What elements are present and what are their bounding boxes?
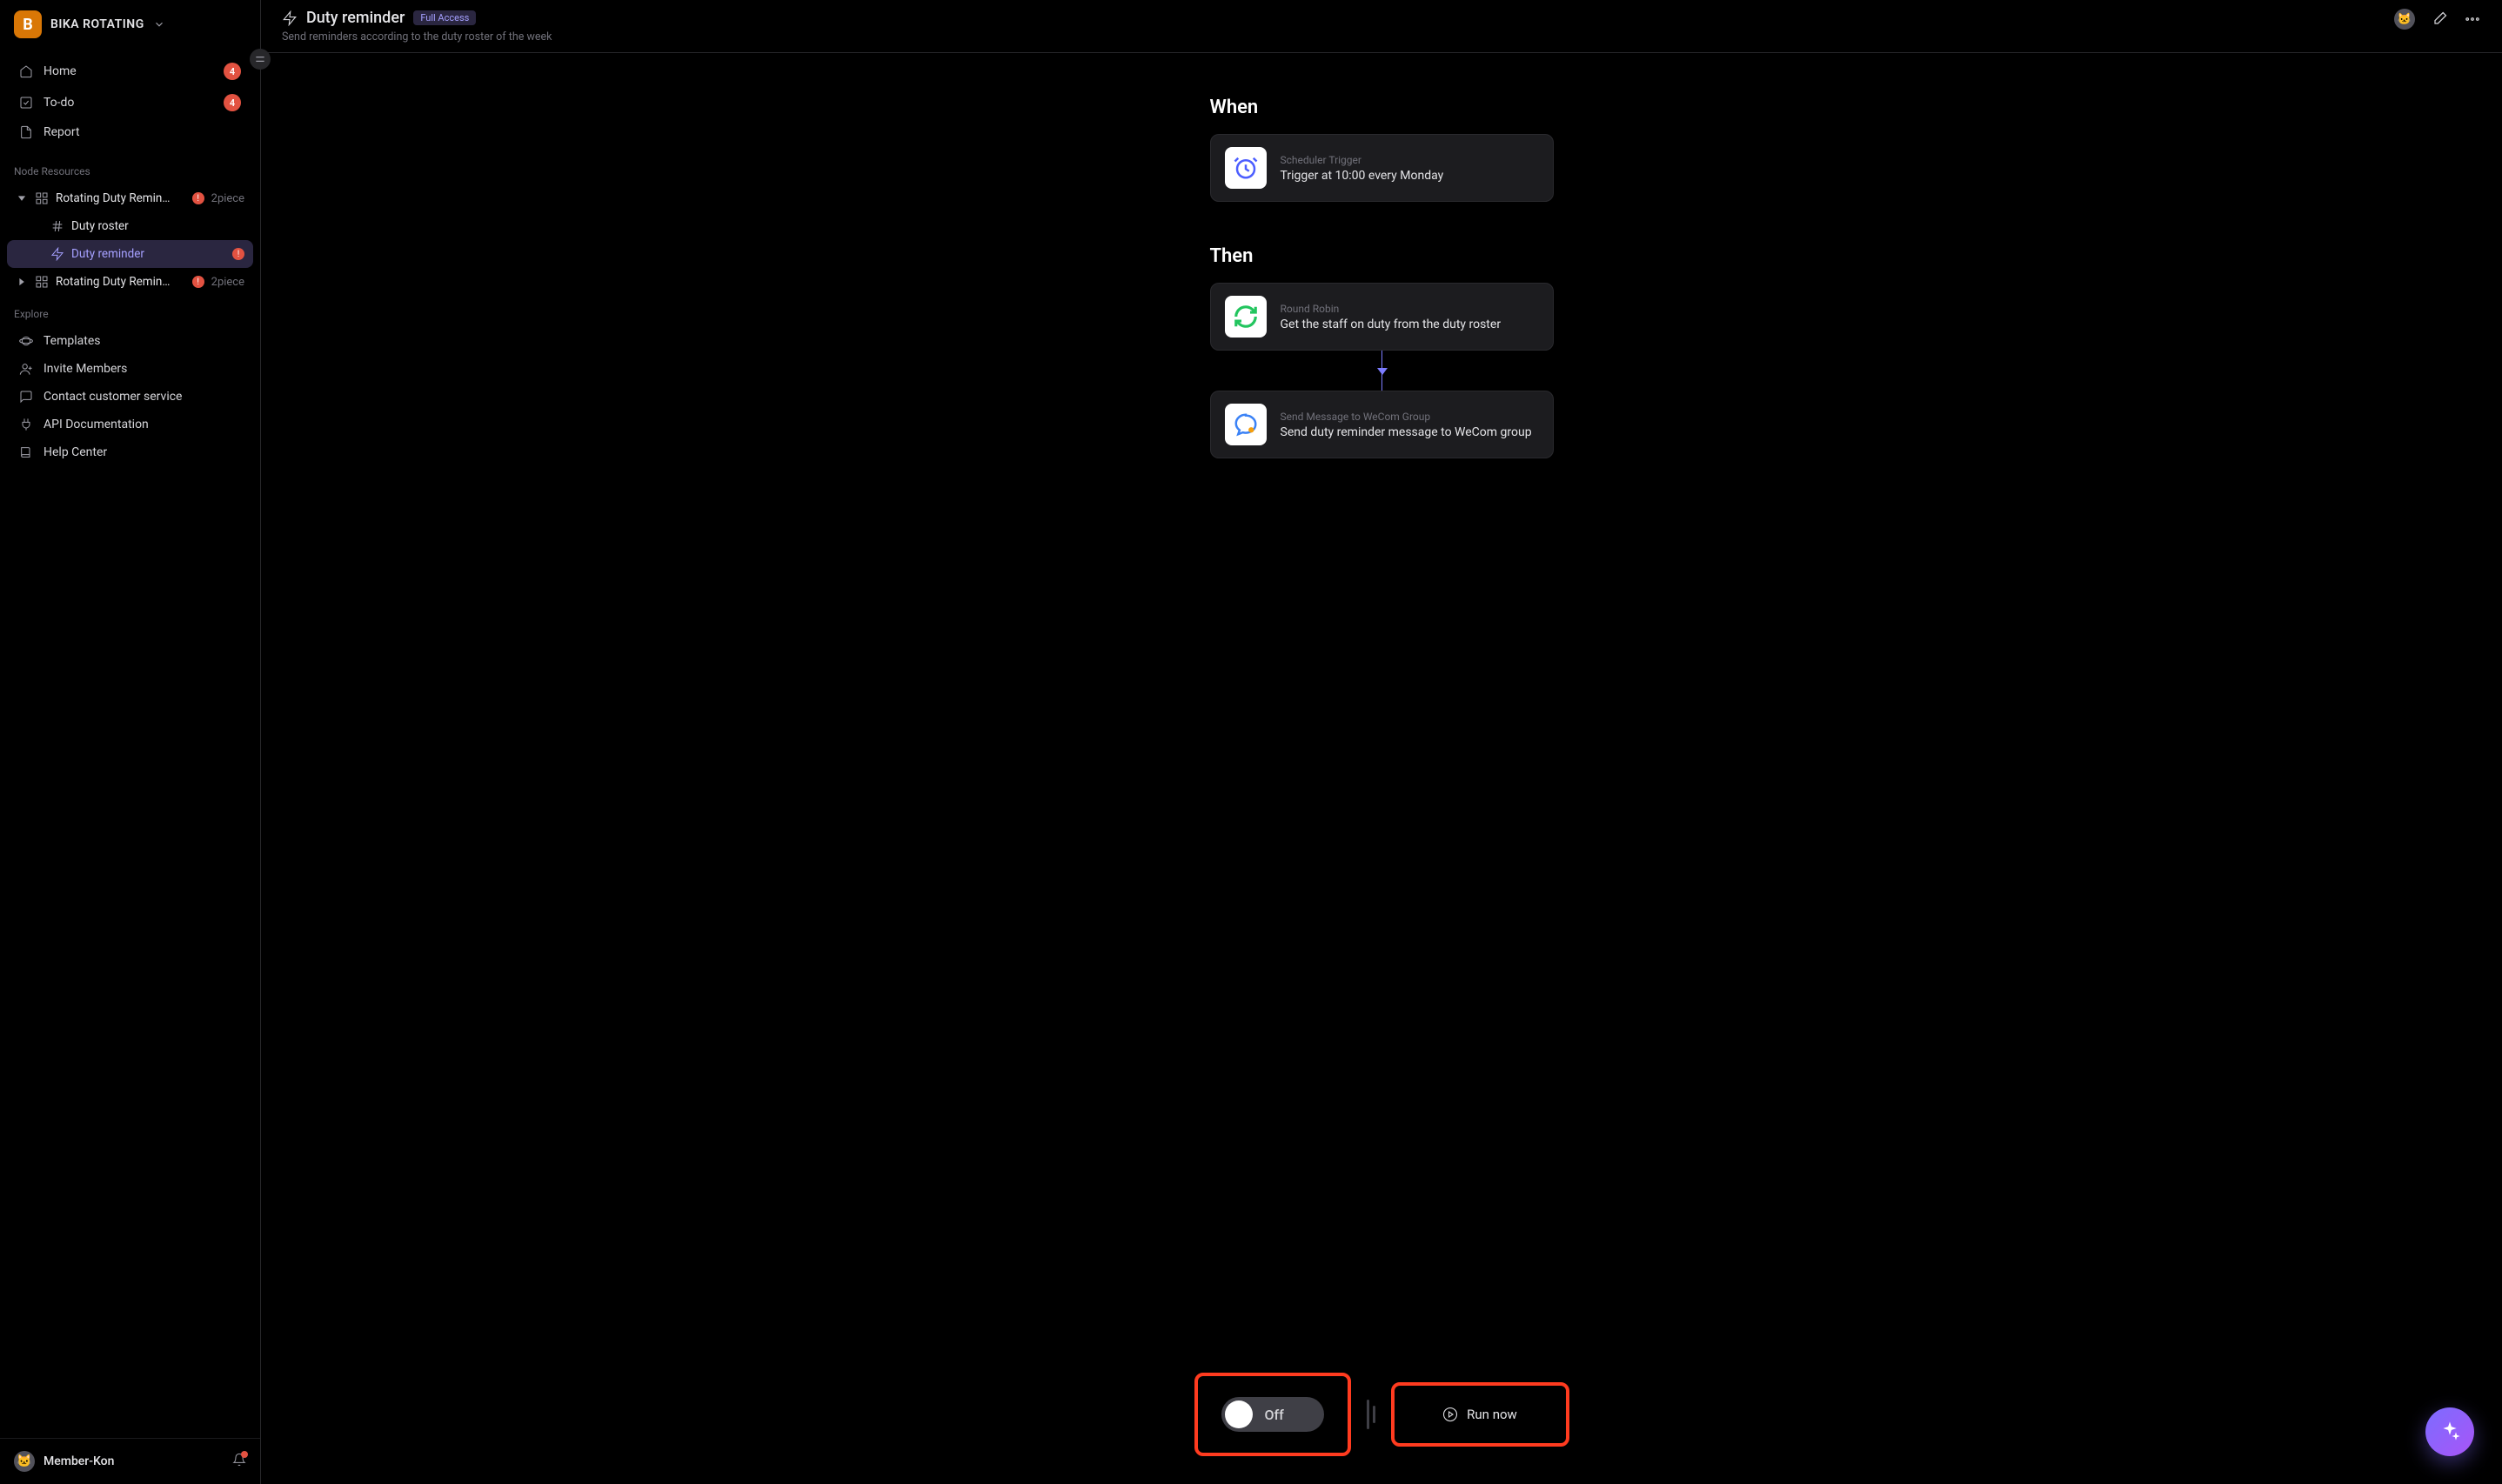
nav-label: Templates: [43, 334, 101, 348]
user-name: Member-Kon: [43, 1454, 224, 1468]
nav-label: Help Center: [43, 445, 107, 459]
user-plus-icon: [19, 362, 33, 376]
separator: [1373, 1406, 1375, 1423]
toggle-highlight: Off: [1194, 1373, 1351, 1456]
nav-home-badge: 4: [224, 63, 241, 80]
automation-toggle[interactable]: Off: [1221, 1397, 1324, 1432]
edit-icon[interactable]: [2431, 10, 2448, 28]
check-square-icon: [19, 96, 33, 110]
warning-icon: !: [192, 276, 204, 288]
warning-icon: !: [192, 192, 204, 204]
file-icon: [19, 125, 33, 139]
toggle-state: Off: [1265, 1407, 1284, 1423]
run-now-label: Run now: [1467, 1407, 1517, 1422]
tree-label: Duty roster: [71, 219, 244, 233]
member-avatar[interactable]: 🐱: [2394, 9, 2415, 30]
play-circle-icon: [1442, 1407, 1458, 1422]
section-node-resources: Node Resources: [0, 153, 260, 184]
nav-invite-members[interactable]: Invite Members: [7, 355, 253, 383]
node-desc: Send duty reminder message to WeCom grou…: [1281, 425, 1532, 439]
nav-home[interactable]: Home 4: [7, 56, 253, 87]
toggle-knob: [1225, 1400, 1253, 1428]
tree-label: Rotating Duty Remin…: [56, 275, 185, 289]
nav-label: Invite Members: [43, 362, 127, 376]
workspace-name: BIKA ROTATING: [50, 17, 144, 31]
notification-dot: [241, 1451, 248, 1458]
node-type: Scheduler Trigger: [1281, 154, 1444, 166]
page-title: Duty reminder: [306, 9, 405, 27]
connector-arrow: [1381, 351, 1382, 391]
workspace-switcher[interactable]: B BIKA ROTATING: [0, 0, 260, 49]
node-desc: Trigger at 10:00 every Monday: [1281, 169, 1444, 183]
nav-report-label: Report: [43, 125, 80, 139]
dashboard-icon: [35, 275, 49, 289]
nav-report[interactable]: Report: [7, 118, 253, 146]
run-now-highlight: Run now: [1391, 1382, 1569, 1447]
nav-todo-label: To-do: [43, 96, 74, 110]
workspace-badge: B: [14, 10, 42, 38]
topbar: Duty reminder Full Access Send reminders…: [261, 0, 2502, 53]
bolt-icon: [282, 10, 298, 26]
wecom-node[interactable]: Send Message to WeCom Group Send duty re…: [1210, 391, 1554, 458]
nav-api-docs[interactable]: API Documentation: [7, 411, 253, 438]
then-heading: Then: [1210, 245, 1554, 267]
notifications-button[interactable]: [232, 1453, 246, 1470]
home-icon: [19, 64, 33, 78]
tree-meta: 2piece: [211, 276, 244, 289]
round-robin-node[interactable]: Round Robin Get the staff on duty from t…: [1210, 283, 1554, 351]
user-footer[interactable]: 🐱 Member-Kon: [0, 1438, 260, 1484]
main-area: Duty reminder Full Access Send reminders…: [261, 0, 2502, 1484]
fab-add-button[interactable]: [2425, 1407, 2474, 1456]
tree-label: Duty reminder: [71, 247, 225, 261]
when-heading: When: [1210, 97, 1554, 118]
tree-label: Rotating Duty Remin…: [56, 191, 185, 205]
tree-item-duty-roster[interactable]: Duty roster: [7, 212, 253, 240]
nav-templates[interactable]: Templates: [7, 327, 253, 355]
chevron-down-icon: [16, 192, 28, 204]
nav-home-label: Home: [43, 64, 77, 78]
run-now-button[interactable]: Run now: [1430, 1400, 1529, 1429]
access-badge: Full Access: [413, 10, 476, 25]
wecom-icon: [1225, 404, 1267, 445]
tree-folder-rotating-2[interactable]: Rotating Duty Remin… ! 2piece: [7, 268, 253, 296]
nav-todo[interactable]: To-do 4: [7, 87, 253, 118]
more-icon[interactable]: [2464, 10, 2481, 28]
plug-icon: [19, 418, 33, 431]
sidebar: B BIKA ROTATING Home 4 To-do 4 Report No…: [0, 0, 261, 1484]
refresh-icon: [1225, 296, 1267, 338]
warning-icon: !: [232, 248, 244, 260]
node-desc: Get the staff on duty from the duty rost…: [1281, 318, 1502, 331]
nav-label: Contact customer service: [43, 390, 182, 404]
nav-label: API Documentation: [43, 418, 149, 431]
hash-icon: [50, 219, 64, 233]
nav-todo-badge: 4: [224, 94, 241, 111]
section-explore: Explore: [0, 296, 260, 327]
chat-icon: [19, 390, 33, 404]
sparkle-plus-icon: [2439, 1421, 2460, 1442]
tree-item-duty-reminder[interactable]: Duty reminder !: [7, 240, 253, 268]
chevron-down-icon: [153, 18, 165, 30]
dashboard-icon: [35, 191, 49, 205]
nav-contact-support[interactable]: Contact customer service: [7, 383, 253, 411]
book-icon: [19, 445, 33, 459]
bolt-icon: [50, 247, 64, 261]
planet-icon: [19, 334, 33, 348]
nav-help-center[interactable]: Help Center: [7, 438, 253, 466]
page-subtitle: Send reminders according to the duty ros…: [282, 30, 552, 43]
trigger-node[interactable]: Scheduler Trigger Trigger at 10:00 every…: [1210, 134, 1554, 202]
separator: [1367, 1400, 1369, 1429]
chevron-right-icon: [16, 276, 28, 288]
alarm-clock-icon: [1225, 147, 1267, 189]
user-avatar: 🐱: [14, 1451, 35, 1472]
tree-folder-rotating-1[interactable]: Rotating Duty Remin… ! 2piece: [7, 184, 253, 212]
flow-canvas[interactable]: When Scheduler Trigger Trigger at 10:00 …: [261, 53, 2502, 1484]
node-type: Send Message to WeCom Group: [1281, 411, 1532, 423]
tree-meta: 2piece: [211, 192, 244, 205]
node-type: Round Robin: [1281, 303, 1502, 315]
resource-tree: Rotating Duty Remin… ! 2piece Duty roste…: [0, 184, 260, 296]
